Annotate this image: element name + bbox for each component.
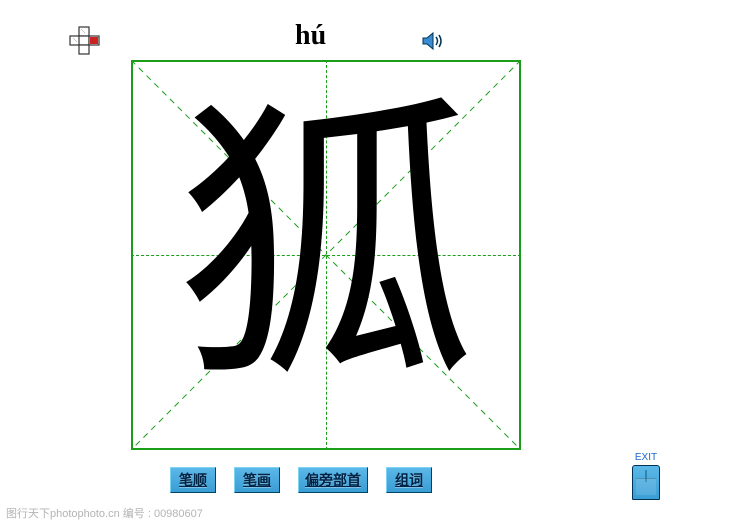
puzzle-icon[interactable] [68,25,102,60]
exit-label: EXIT [632,452,660,463]
button-bar: 笔顺 笔画 偏旁部首 组词 [170,467,432,493]
header: hú [0,25,740,60]
character-glyph: 狐 [176,99,476,399]
watermark-text: 图行天下photophoto.cn 编号 : 00980607 [6,505,203,521]
radical-button[interactable]: 偏旁部首 [298,467,368,493]
stroke-order-button[interactable]: 笔顺 [170,467,216,493]
exit-area: EXIT [632,452,660,500]
pinyin-label: hú [295,20,326,52]
speaker-icon[interactable] [420,28,446,59]
strokes-button[interactable]: 笔画 [234,467,280,493]
character-grid: 狐 [131,60,521,450]
words-button[interactable]: 组词 [386,467,432,493]
exit-button[interactable] [632,465,660,500]
